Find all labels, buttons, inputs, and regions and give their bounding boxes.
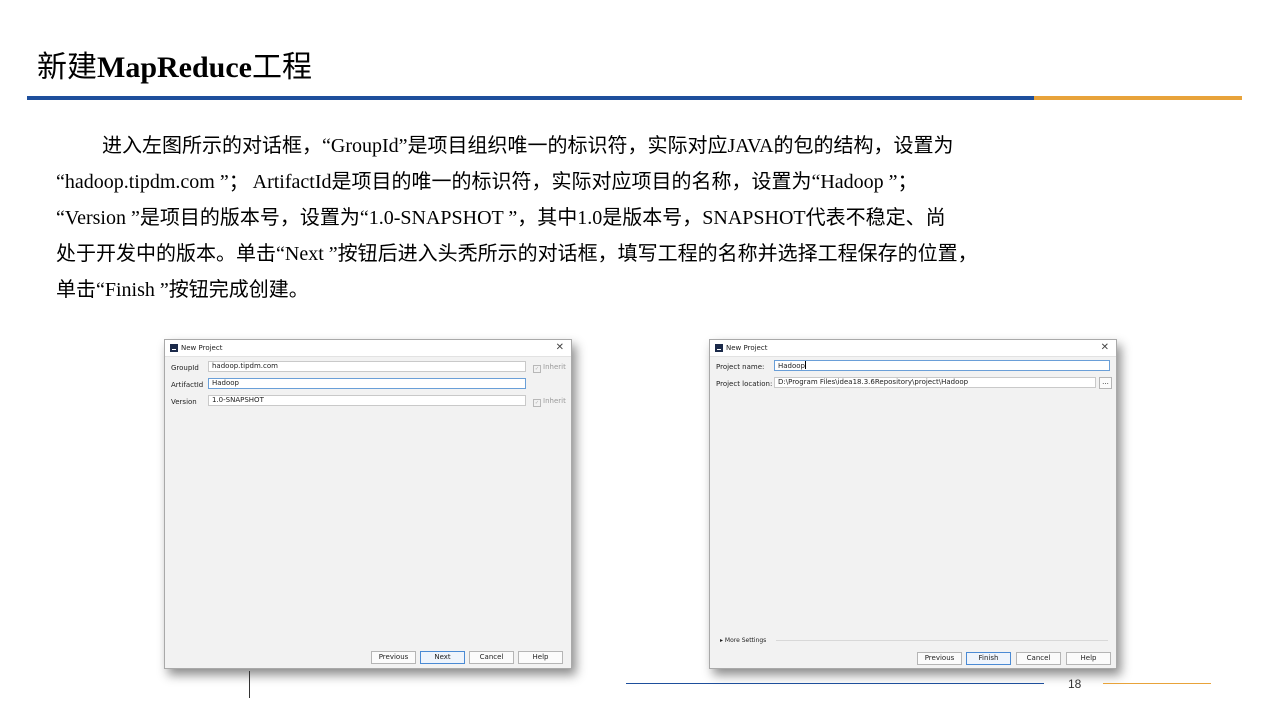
new-project-dialog-maven: New Project ✕ GroupId hadoop.tipdm.com ✓… (164, 339, 572, 669)
groupid-inherit-checkbox[interactable]: ✓ Inherit (533, 363, 566, 373)
inherit-label: Inherit (543, 363, 566, 371)
cancel-button[interactable]: Cancel (1016, 652, 1061, 665)
project-name-value: Hadoop (778, 362, 806, 370)
previous-button[interactable]: Previous (371, 651, 416, 664)
title-cn-suffix: 工程 (251, 50, 312, 85)
title-en: MapReduce (97, 51, 252, 84)
project-location-input[interactable]: D:\Program Files\idea18.3.6Repository\pr… (774, 377, 1096, 388)
paragraph-line: “hadoop.tipdm.com ”； ArtifactId是项目的唯一的标识… (56, 171, 918, 193)
title-underline-orange (1034, 96, 1242, 100)
footer-line-blue (626, 683, 1044, 684)
title-cn-prefix: 新建 (37, 50, 97, 85)
footer-line-orange (1103, 683, 1211, 684)
artifactid-label: ArtifactId (171, 381, 204, 389)
version-label: Version (171, 398, 197, 406)
groupid-input[interactable]: hadoop.tipdm.com (208, 361, 526, 372)
text-caret (805, 361, 807, 369)
next-button[interactable]: Next (420, 651, 465, 664)
project-name-label: Project name: (716, 363, 765, 371)
cancel-button[interactable]: Cancel (469, 651, 514, 664)
version-inherit-checkbox[interactable]: ✓ Inherit (533, 397, 566, 407)
more-settings-toggle[interactable]: ▸ More Settings (720, 637, 766, 644)
help-button[interactable]: Help (518, 651, 563, 664)
previous-button[interactable]: Previous (917, 652, 962, 665)
page-number: 18 (1068, 677, 1082, 691)
close-icon[interactable]: ✕ (1101, 342, 1109, 353)
dialog-titlebar: New Project ✕ (165, 340, 571, 357)
new-project-dialog-location: New Project ✕ Project name: Hadoop Proje… (709, 339, 1117, 669)
paragraph-line: 进入左图所示的对话框，“GroupId”是项目组织唯一的标识符，实际对应JAVA… (102, 135, 954, 157)
paragraph-line: 处于开发中的版本。单击“Next ”按钮后进入头秃所示的对话框，填写工程的名称并… (56, 243, 978, 265)
close-icon[interactable]: ✕ (556, 342, 564, 353)
slide-title: 新建MapReduce工程 (37, 48, 312, 88)
body-paragraph: 进入左图所示的对话框，“GroupId”是项目组织唯一的标识符，实际对应JAVA… (56, 128, 1196, 308)
dialog-title: New Project (726, 344, 768, 352)
paragraph-line: 单击“Finish ”按钮完成创建。 (56, 279, 309, 301)
intellij-app-icon (170, 344, 178, 352)
paragraph-line: “Version ”是项目的版本号，设置为“1.0-SNAPSHOT ”，其中1… (56, 207, 946, 229)
version-input[interactable]: 1.0-SNAPSHOT (208, 395, 526, 406)
footer-vertical-line (249, 671, 250, 698)
more-settings-divider (776, 640, 1108, 641)
intellij-app-icon (715, 344, 723, 352)
browse-button[interactable]: ... (1099, 377, 1112, 389)
dialog-titlebar: New Project ✕ (710, 340, 1116, 357)
project-location-label: Project location: (716, 380, 773, 388)
help-button[interactable]: Help (1066, 652, 1111, 665)
artifactid-input[interactable]: Hadoop (208, 378, 526, 389)
dialog-title: New Project (181, 344, 223, 352)
checkbox-check-icon: ✓ (533, 365, 541, 373)
title-underline-blue (27, 96, 1034, 100)
inherit-label: Inherit (543, 397, 566, 405)
finish-button[interactable]: Finish (966, 652, 1011, 665)
groupid-label: GroupId (171, 364, 199, 372)
project-name-input[interactable]: Hadoop (774, 360, 1110, 371)
checkbox-check-icon: ✓ (533, 399, 541, 407)
more-settings-label: More Settings (724, 637, 767, 644)
